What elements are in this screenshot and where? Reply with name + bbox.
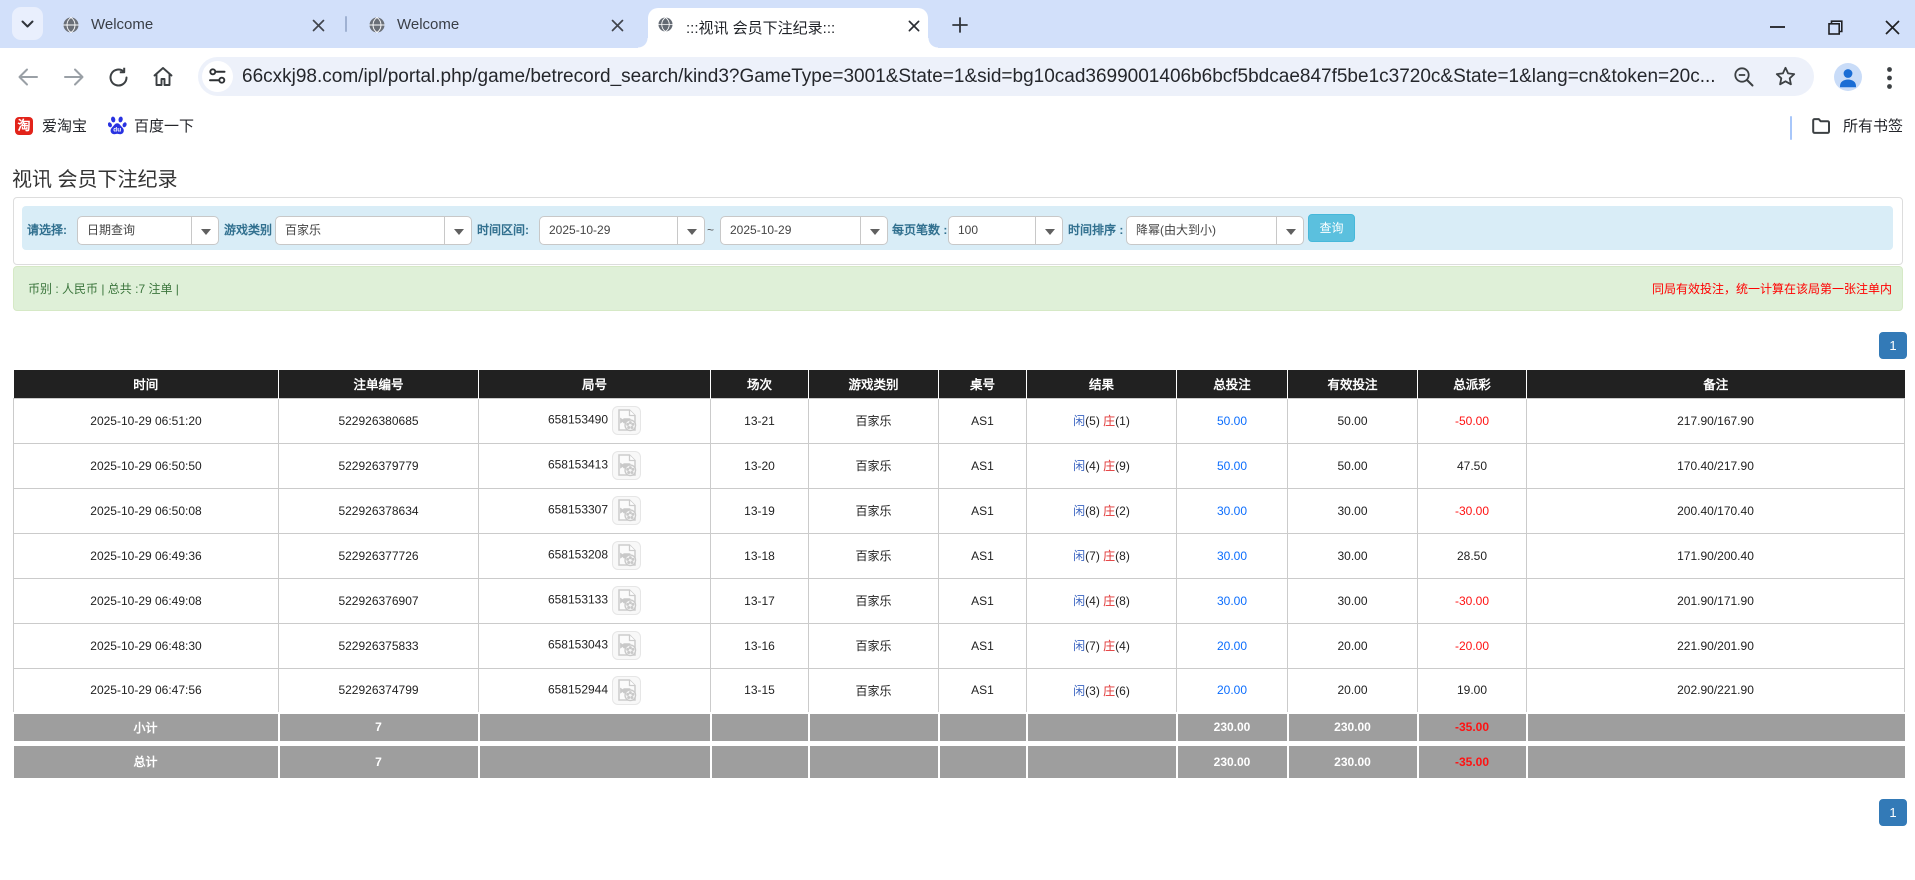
svg-text:du: du — [113, 126, 121, 133]
